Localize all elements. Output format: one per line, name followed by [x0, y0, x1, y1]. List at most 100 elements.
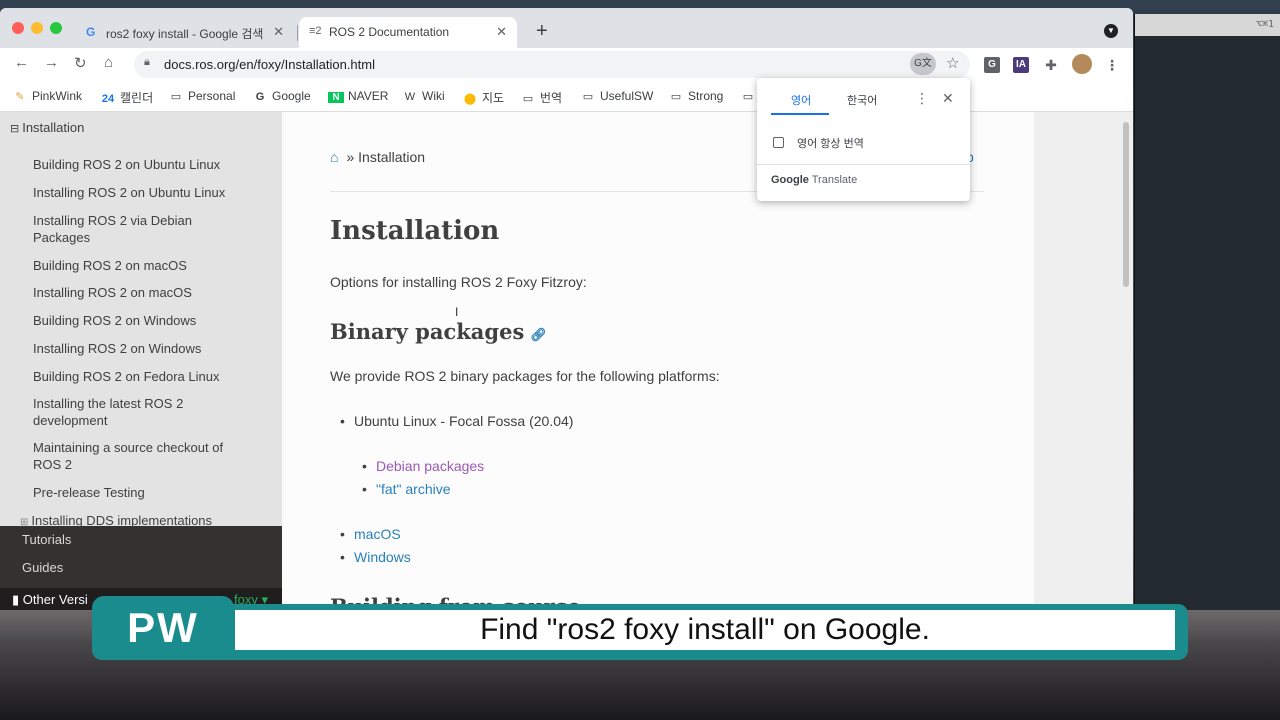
tab-title: ROS 2 Documentation [329, 25, 450, 39]
caption-text: Find "ros2 foxy install" on Google. [235, 610, 1175, 650]
home-icon[interactable]: ⌂ [104, 54, 113, 71]
home-icon[interactable]: ⌂ [330, 149, 338, 165]
translate-icon[interactable]: G文 [910, 53, 936, 75]
grammarly-extension-icon[interactable]: G [984, 57, 1000, 73]
tab-google-search[interactable]: G ros2 foxy install - Google 검색 ✕ [76, 17, 294, 48]
windows-link[interactable]: Windows [354, 549, 411, 565]
terminal-window[interactable]: ⌥⌘1 [1134, 14, 1280, 610]
folder-icon: ▭ [670, 91, 682, 103]
pw-logo: PW [92, 596, 234, 660]
right-gutter [1034, 112, 1133, 610]
divider [757, 164, 970, 165]
maximize-window-button[interactable] [50, 22, 62, 34]
bookmark-wiki[interactable]: W Wiki [402, 89, 445, 103]
bookmark-star-icon[interactable]: ☆ [946, 54, 959, 72]
toolbar: ← → ↻ ⌂ 🔒︎ docs.ros.org/en/foxy/Installa… [0, 48, 1133, 81]
bookmark-maps[interactable]: ⬤ 지도 [462, 89, 504, 106]
calendar-icon: 24 [101, 93, 115, 105]
sidebar-item-tutorials[interactable]: Tutorials [22, 532, 71, 547]
lock-icon[interactable]: 🔒︎ [144, 56, 150, 69]
tab-title: ros2 foxy install - Google 검색 [106, 27, 264, 41]
debian-packages-link[interactable]: Debian packages [376, 458, 484, 474]
tab-search-icon[interactable]: ▼ [1104, 24, 1118, 38]
always-translate-label[interactable]: 영어 항상 번역 [797, 135, 864, 151]
sidebar-item[interactable]: Building ROS 2 on Ubuntu Linux [33, 156, 253, 173]
breadcrumb: ⌂» Installation [330, 149, 426, 165]
tab-source-language[interactable]: 영어 [791, 92, 811, 108]
macos-link[interactable]: macOS [354, 526, 401, 542]
bookmark-translate[interactable]: ▭ 번역 [520, 89, 562, 106]
tab-ros-docs[interactable]: ≡2 ROS 2 Documentation ✕ [299, 17, 517, 48]
ia-extension-icon[interactable]: IA [1013, 57, 1029, 73]
permalink-icon[interactable]: 🔗︎ [530, 328, 547, 343]
google-translate-brand: Google Translate [771, 174, 858, 186]
naver-icon: N [328, 92, 344, 103]
more-options-icon[interactable]: ⋮ [915, 90, 929, 107]
bookmark-personal[interactable]: ▭ Personal [168, 89, 236, 103]
selected-tab-indicator [771, 113, 829, 115]
list-item-ubuntu: • Ubuntu Linux - Focal Fossa (20.04) [340, 413, 574, 429]
text-cursor-icon: I [455, 305, 459, 319]
sidebar-item[interactable]: Building ROS 2 on Fedora Linux [33, 368, 253, 385]
close-window-button[interactable] [12, 22, 24, 34]
menu-kebab-icon[interactable]: ⋮ [1104, 57, 1120, 73]
list-item-windows: • Windows [340, 549, 411, 565]
sidebar-item[interactable]: Pre-release Testing [33, 484, 253, 501]
bookmark-calendar[interactable]: 24 캘린더 [100, 89, 153, 106]
folder-icon: ▭ [742, 91, 754, 103]
sidebar-item[interactable]: Installing ROS 2 on Windows [33, 340, 253, 357]
always-translate-checkbox[interactable] [773, 137, 784, 148]
page-title: Installation [330, 216, 500, 246]
folder-icon: ▭ [522, 93, 534, 105]
list-item-macos: • macOS [340, 526, 401, 542]
bookmark-naver[interactable]: N NAVER [328, 89, 388, 103]
ros-icon: ≡2 [309, 25, 322, 37]
fat-archive-link[interactable]: "fat" archive [376, 481, 451, 497]
google-icon: G [86, 25, 96, 39]
tab-strip: G ros2 foxy install - Google 검색 ✕ ≡2 ROS… [0, 8, 1133, 48]
folder-icon: ▭ [170, 91, 182, 103]
sidebar-item-list: Building ROS 2 on Ubuntu Linux Installin… [0, 140, 282, 528]
translate-popup: 영어 한국어 ⋮ ✕ 영어 항상 번역 Google Translate [757, 78, 970, 201]
bookmark-google[interactable]: G Google [252, 89, 311, 103]
browser-window: G ros2 foxy install - Google 검색 ✕ ≡2 ROS… [0, 8, 1133, 610]
forward-icon[interactable]: → [44, 54, 59, 71]
collapse-icon[interactable]: ⊟ [10, 123, 19, 135]
wikipedia-icon: W [404, 91, 416, 103]
new-tab-button[interactable]: + [536, 20, 548, 43]
scrollbar[interactable] [1123, 122, 1129, 287]
bookmark-strong[interactable]: ▭ Strong [668, 89, 724, 103]
docs-sidebar: ⊟ Installation Building ROS 2 on Ubuntu L… [0, 112, 282, 610]
tab-target-language[interactable]: 한국어 [847, 92, 877, 108]
sidebar-current-section[interactable]: ⊟ Installation [0, 112, 282, 140]
folder-icon: ▭ [582, 91, 594, 103]
sidebar-item[interactable]: Installing ROS 2 via Debian Packages [33, 212, 213, 246]
google-icon: G [255, 91, 265, 103]
section-heading-binary: Binary packages 🔗︎ [330, 319, 547, 344]
close-icon[interactable]: ✕ [496, 24, 507, 40]
extensions-puzzle-icon[interactable]: ✚ [1043, 57, 1059, 73]
close-icon[interactable]: ✕ [942, 90, 954, 107]
sidebar-item[interactable]: Building ROS 2 on Windows [33, 312, 253, 329]
list-item-fat-archive: • "fat" archive [362, 481, 451, 497]
sidebar-item[interactable]: Installing ROS 2 on macOS [33, 284, 253, 301]
bookmark-pinkwink[interactable]: ✎ PinkWink [12, 89, 82, 103]
reload-icon[interactable]: ↻ [74, 54, 87, 72]
bookmark-usefulsw[interactable]: ▭ UsefulSW [580, 89, 654, 103]
minimize-window-button[interactable] [31, 22, 43, 34]
sidebar-item[interactable]: Installing the latest ROS 2 development [33, 395, 203, 429]
sidebar-item-guides[interactable]: Guides [22, 560, 63, 575]
profile-avatar[interactable] [1072, 54, 1092, 74]
sidebar-item[interactable]: Installing ROS 2 on Ubuntu Linux [33, 184, 253, 201]
terminal-titlebar: ⌥⌘1 [1135, 14, 1280, 36]
back-icon[interactable]: ← [14, 54, 29, 71]
tab-separator [297, 25, 298, 41]
address-bar[interactable]: 🔒︎ docs.ros.org/en/foxy/Installation.htm… [134, 51, 970, 78]
book-icon: ▮ [12, 592, 20, 607]
sidebar-item[interactable]: Building ROS 2 on macOS [33, 257, 253, 274]
sidebar-item[interactable]: Maintaining a source checkout of ROS 2 [33, 439, 238, 473]
list-item-debian: • Debian packages [362, 458, 485, 474]
binary-text: We provide ROS 2 binary packages for the… [330, 368, 720, 384]
close-icon[interactable]: ✕ [273, 24, 284, 40]
url-text[interactable]: docs.ros.org/en/foxy/Installation.html [164, 57, 375, 72]
